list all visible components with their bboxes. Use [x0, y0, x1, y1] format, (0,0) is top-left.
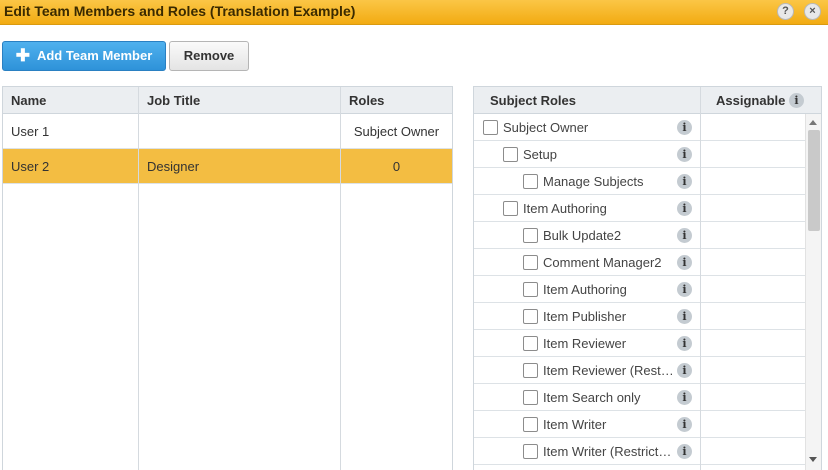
- column-header-job-title[interactable]: Job Title: [139, 87, 200, 114]
- member-job-title: [147, 114, 337, 149]
- info-icon[interactable]: i: [677, 201, 692, 216]
- info-icon[interactable]: i: [677, 174, 692, 189]
- list-item[interactable]: Item Authoring i: [474, 195, 805, 222]
- team-members-grid: Name Job Title Roles User 1 Subject Owne…: [2, 86, 453, 470]
- list-item[interactable]: Item Search only i: [474, 384, 805, 411]
- info-icon[interactable]: i: [677, 255, 692, 270]
- info-icon[interactable]: i: [677, 336, 692, 351]
- info-icon[interactable]: i: [677, 147, 692, 162]
- plus-icon: ✚: [15, 46, 30, 65]
- role-label: Item Writer: [543, 417, 607, 432]
- role-label: Item Authoring: [523, 201, 607, 216]
- list-item[interactable]: Comment Manager2 i: [474, 249, 805, 276]
- column-header-name[interactable]: Name: [3, 87, 46, 114]
- role-checkbox[interactable]: [523, 363, 538, 378]
- list-item[interactable]: Bulk Update2 i: [474, 222, 805, 249]
- column-header-subject-roles[interactable]: Subject Roles: [490, 87, 576, 114]
- list-item[interactable]: Setup i: [474, 141, 805, 168]
- scroll-down-arrow-icon[interactable]: [809, 457, 817, 462]
- team-members-header: Name Job Title Roles: [3, 87, 452, 114]
- table-row-selected[interactable]: User 2 Designer 0: [3, 149, 452, 184]
- role-label: Setup: [523, 147, 557, 162]
- subject-roles-header: Subject Roles Assignable i: [474, 87, 821, 114]
- dialog-titlebar: Edit Team Members and Roles (Translation…: [0, 0, 828, 25]
- column-divider: [340, 87, 341, 470]
- table-row[interactable]: User 1 Subject Owner: [3, 114, 452, 149]
- role-label: Item Publisher: [543, 309, 627, 324]
- scrollbar-thumb[interactable]: [808, 130, 820, 231]
- list-item[interactable]: Item Writer (Restrict… i: [474, 438, 805, 465]
- member-roles: Subject Owner: [353, 124, 440, 139]
- info-icon[interactable]: i: [677, 390, 692, 405]
- dialog-title: Edit Team Members and Roles (Translation…: [4, 3, 356, 19]
- info-icon[interactable]: i: [677, 417, 692, 432]
- role-label: Manage Subjects: [543, 174, 644, 189]
- list-item[interactable]: Item Publisher i: [474, 303, 805, 330]
- role-label: Item Writer (Restrict…: [543, 444, 672, 459]
- column-header-roles[interactable]: Roles: [341, 87, 384, 114]
- column-header-assignable[interactable]: Assignable: [716, 87, 785, 114]
- role-checkbox[interactable]: [483, 120, 498, 135]
- assignable-info-icon[interactable]: i: [789, 93, 804, 108]
- role-checkbox[interactable]: [503, 201, 518, 216]
- member-name: User 2: [11, 159, 50, 174]
- list-item[interactable]: Item Authoring i: [474, 276, 805, 303]
- role-checkbox[interactable]: [523, 174, 538, 189]
- role-checkbox[interactable]: [523, 336, 538, 351]
- add-team-member-label: Add Team Member: [36, 48, 153, 63]
- role-label: Bulk Update2: [543, 228, 622, 243]
- role-label: Item Search only: [543, 390, 641, 405]
- info-icon[interactable]: i: [677, 444, 692, 459]
- role-checkbox[interactable]: [523, 228, 538, 243]
- role-label: Comment Manager2: [543, 255, 662, 270]
- help-icon[interactable]: ?: [777, 3, 794, 20]
- role-checkbox[interactable]: [523, 417, 538, 432]
- member-name: User 1: [11, 124, 50, 139]
- remove-button[interactable]: Remove: [169, 41, 249, 71]
- role-checkbox[interactable]: [523, 390, 538, 405]
- info-icon[interactable]: i: [677, 120, 692, 135]
- close-icon[interactable]: ×: [804, 3, 821, 20]
- column-divider: [138, 87, 139, 470]
- role-checkbox[interactable]: [523, 282, 538, 297]
- list-item[interactable]: Subject Owner i: [474, 114, 805, 141]
- list-item[interactable]: Manage Subjects i: [474, 168, 805, 195]
- info-icon[interactable]: i: [677, 363, 692, 378]
- role-label: Item Reviewer (Rest…: [543, 363, 674, 378]
- column-divider: [700, 87, 701, 470]
- role-label: Subject Owner: [503, 120, 589, 135]
- vertical-scrollbar[interactable]: [805, 114, 821, 470]
- role-checkbox[interactable]: [523, 255, 538, 270]
- role-checkbox[interactable]: [503, 147, 518, 162]
- role-checkbox[interactable]: [523, 309, 538, 324]
- list-item[interactable]: Item Reviewer i: [474, 330, 805, 357]
- subject-roles-grid: Subject Roles Assignable i Subject Owner…: [473, 86, 822, 470]
- role-label: Item Reviewer: [543, 336, 627, 351]
- list-item[interactable]: Item Writer i: [474, 411, 805, 438]
- info-icon[interactable]: i: [677, 309, 692, 324]
- role-checkbox[interactable]: [523, 444, 538, 459]
- member-roles: 0: [392, 159, 401, 174]
- scroll-up-arrow-icon[interactable]: [809, 120, 817, 125]
- member-job-title: Designer: [147, 159, 200, 174]
- role-label: Item Authoring: [543, 282, 627, 297]
- list-item[interactable]: Item Reviewer (Rest… i: [474, 357, 805, 384]
- add-team-member-button[interactable]: ✚ Add Team Member: [2, 41, 166, 71]
- info-icon[interactable]: i: [677, 282, 692, 297]
- info-icon[interactable]: i: [677, 228, 692, 243]
